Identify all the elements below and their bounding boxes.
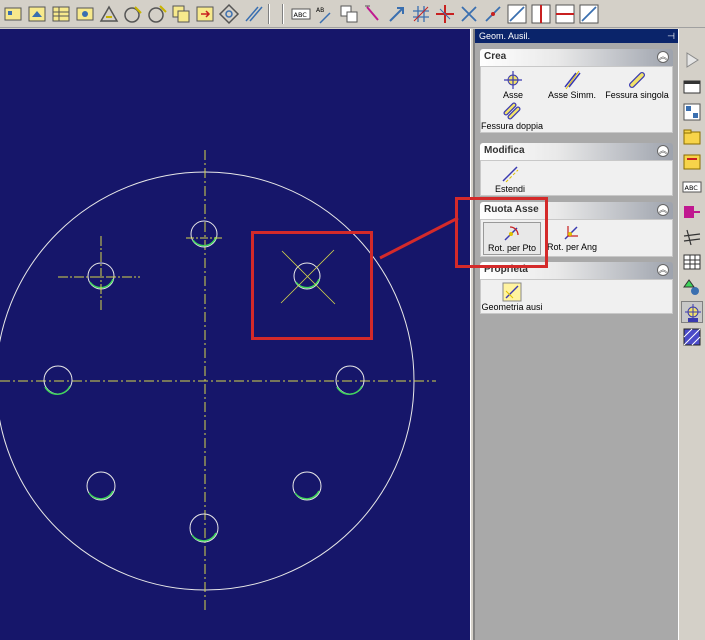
highlight-box-tool (455, 197, 548, 268)
tool-rot-per-ang-label: Rot. per Ang (546, 242, 598, 252)
dimension-icon[interactable]: AB (314, 3, 336, 25)
pin-icon[interactable]: ⊣ (667, 29, 675, 43)
tool-asse[interactable]: Asse (499, 70, 527, 101)
hole-bottom-right (292, 471, 322, 501)
collapse-icon[interactable]: ︽ (657, 264, 669, 276)
hatch-lines-icon[interactable] (681, 226, 703, 248)
area-icon[interactable] (26, 3, 48, 25)
horizontal-line-icon[interactable] (554, 3, 576, 25)
symbol-icon[interactable] (681, 201, 703, 223)
symmetry-axis-icon (562, 70, 582, 90)
panel-title-text: Geom. Ausil. (479, 31, 531, 41)
circle-tool-icon[interactable] (122, 3, 144, 25)
group-crea-body: Asse Asse Simm. Fessura singola Fessura … (480, 66, 673, 133)
tool-asse-simm[interactable]: Asse Simm. (547, 70, 597, 101)
group-modifica-header[interactable]: Modifica ︽ (480, 143, 673, 160)
grid-icon[interactable] (410, 3, 432, 25)
group-modifica-body: Estendi (480, 160, 673, 196)
hole-top-left (58, 236, 140, 312)
group-proprieta-body: Geometria ausi (480, 279, 673, 314)
aux-geometry-tab-icon[interactable] (681, 301, 703, 323)
trim-icon[interactable] (458, 3, 480, 25)
drawing-canvas[interactable] (0, 29, 470, 640)
highlight-box-drawing (251, 231, 373, 340)
hole-right (335, 365, 365, 395)
move-icon[interactable] (194, 3, 216, 25)
hole-bottom-left (86, 471, 116, 501)
cross-icon[interactable] (434, 3, 456, 25)
tool-rot-per-ang[interactable]: Rot. per Ang (543, 222, 601, 253)
right-toolbar: ABC (678, 29, 705, 640)
group-crea-title: Crea (484, 51, 507, 62)
layers-icon[interactable] (681, 101, 703, 123)
double-slot-icon (502, 101, 522, 121)
box-diagonal-icon[interactable] (578, 3, 600, 25)
select-icon[interactable] (2, 3, 24, 25)
group-modifica: Modifica ︽ Estendi (480, 143, 673, 196)
tool-asse-simm-label: Asse Simm. (547, 90, 596, 100)
arc-tool-icon[interactable] (146, 3, 168, 25)
tool-fessura-doppia[interactable]: Fessura doppia (481, 101, 543, 132)
tool-fessura-singola[interactable]: Fessura singola (602, 70, 672, 101)
extend-icon (500, 164, 520, 184)
pattern-icon[interactable] (681, 326, 703, 348)
aux-geometry-panel: Geom. Ausil. ⊣ Crea ︽ Asse Asse Simm. Fe… (474, 29, 678, 640)
triangle-icon[interactable] (98, 3, 120, 25)
svg-text:ABC: ABC (294, 11, 308, 19)
group-crea: Crea ︽ Asse Asse Simm. Fessura singola F… (480, 49, 673, 133)
diagonal-box-icon[interactable] (506, 3, 528, 25)
window-icon[interactable] (681, 76, 703, 98)
axis-icon (503, 70, 523, 90)
group-proprieta: Proprietà ︽ Geometria ausi (480, 262, 673, 314)
table-icon[interactable] (50, 3, 72, 25)
aux-geometry-icon (502, 282, 522, 302)
copy-icon[interactable] (170, 3, 192, 25)
single-slot-icon (627, 70, 647, 90)
frame-icon[interactable] (681, 151, 703, 173)
play-icon[interactable] (681, 49, 703, 71)
folder-icon[interactable] (681, 126, 703, 148)
group-crea-header[interactable]: Crea ︽ (480, 49, 673, 66)
rotate-by-angle-icon (562, 222, 582, 242)
hole-left (43, 365, 73, 395)
table-grid-icon[interactable] (681, 251, 703, 273)
tool-geometria-ausi[interactable]: Geometria ausi (481, 282, 543, 313)
shapes-icon[interactable] (681, 276, 703, 298)
tool-estendi-label: Estendi (494, 184, 526, 194)
group-modifica-title: Modifica (484, 145, 525, 156)
text-label-icon[interactable]: ABC (681, 176, 703, 198)
main-toolbar: ABC AB (0, 0, 705, 28)
hole-top (186, 220, 222, 248)
diagonal-icon[interactable] (482, 3, 504, 25)
svg-text:ABC: ABC (685, 184, 699, 192)
tool-geometria-ausi-label: Geometria ausi (481, 302, 543, 312)
collapse-icon[interactable]: ︽ (657, 145, 669, 157)
collapse-icon[interactable]: ︽ (657, 204, 669, 216)
hole-bottom (189, 513, 219, 543)
tool-asse-label: Asse (502, 90, 523, 100)
vertical-line-icon[interactable] (530, 3, 552, 25)
tool-fessura-singola-label: Fessura singola (605, 90, 669, 100)
arrow-icon[interactable] (386, 3, 408, 25)
tool-estendi[interactable]: Estendi (491, 164, 529, 195)
center-icon[interactable] (218, 3, 240, 25)
tool-fessura-doppia-label: Fessura doppia (481, 121, 543, 131)
view-icon[interactable] (74, 3, 96, 25)
pen-icon[interactable] (362, 3, 384, 25)
svg-text:AB: AB (316, 7, 324, 14)
text-icon[interactable]: ABC (290, 3, 312, 25)
hatch-icon[interactable] (338, 3, 360, 25)
parallel-icon[interactable] (242, 3, 264, 25)
panel-title: Geom. Ausil. ⊣ (475, 29, 678, 43)
collapse-icon[interactable]: ︽ (657, 51, 669, 63)
